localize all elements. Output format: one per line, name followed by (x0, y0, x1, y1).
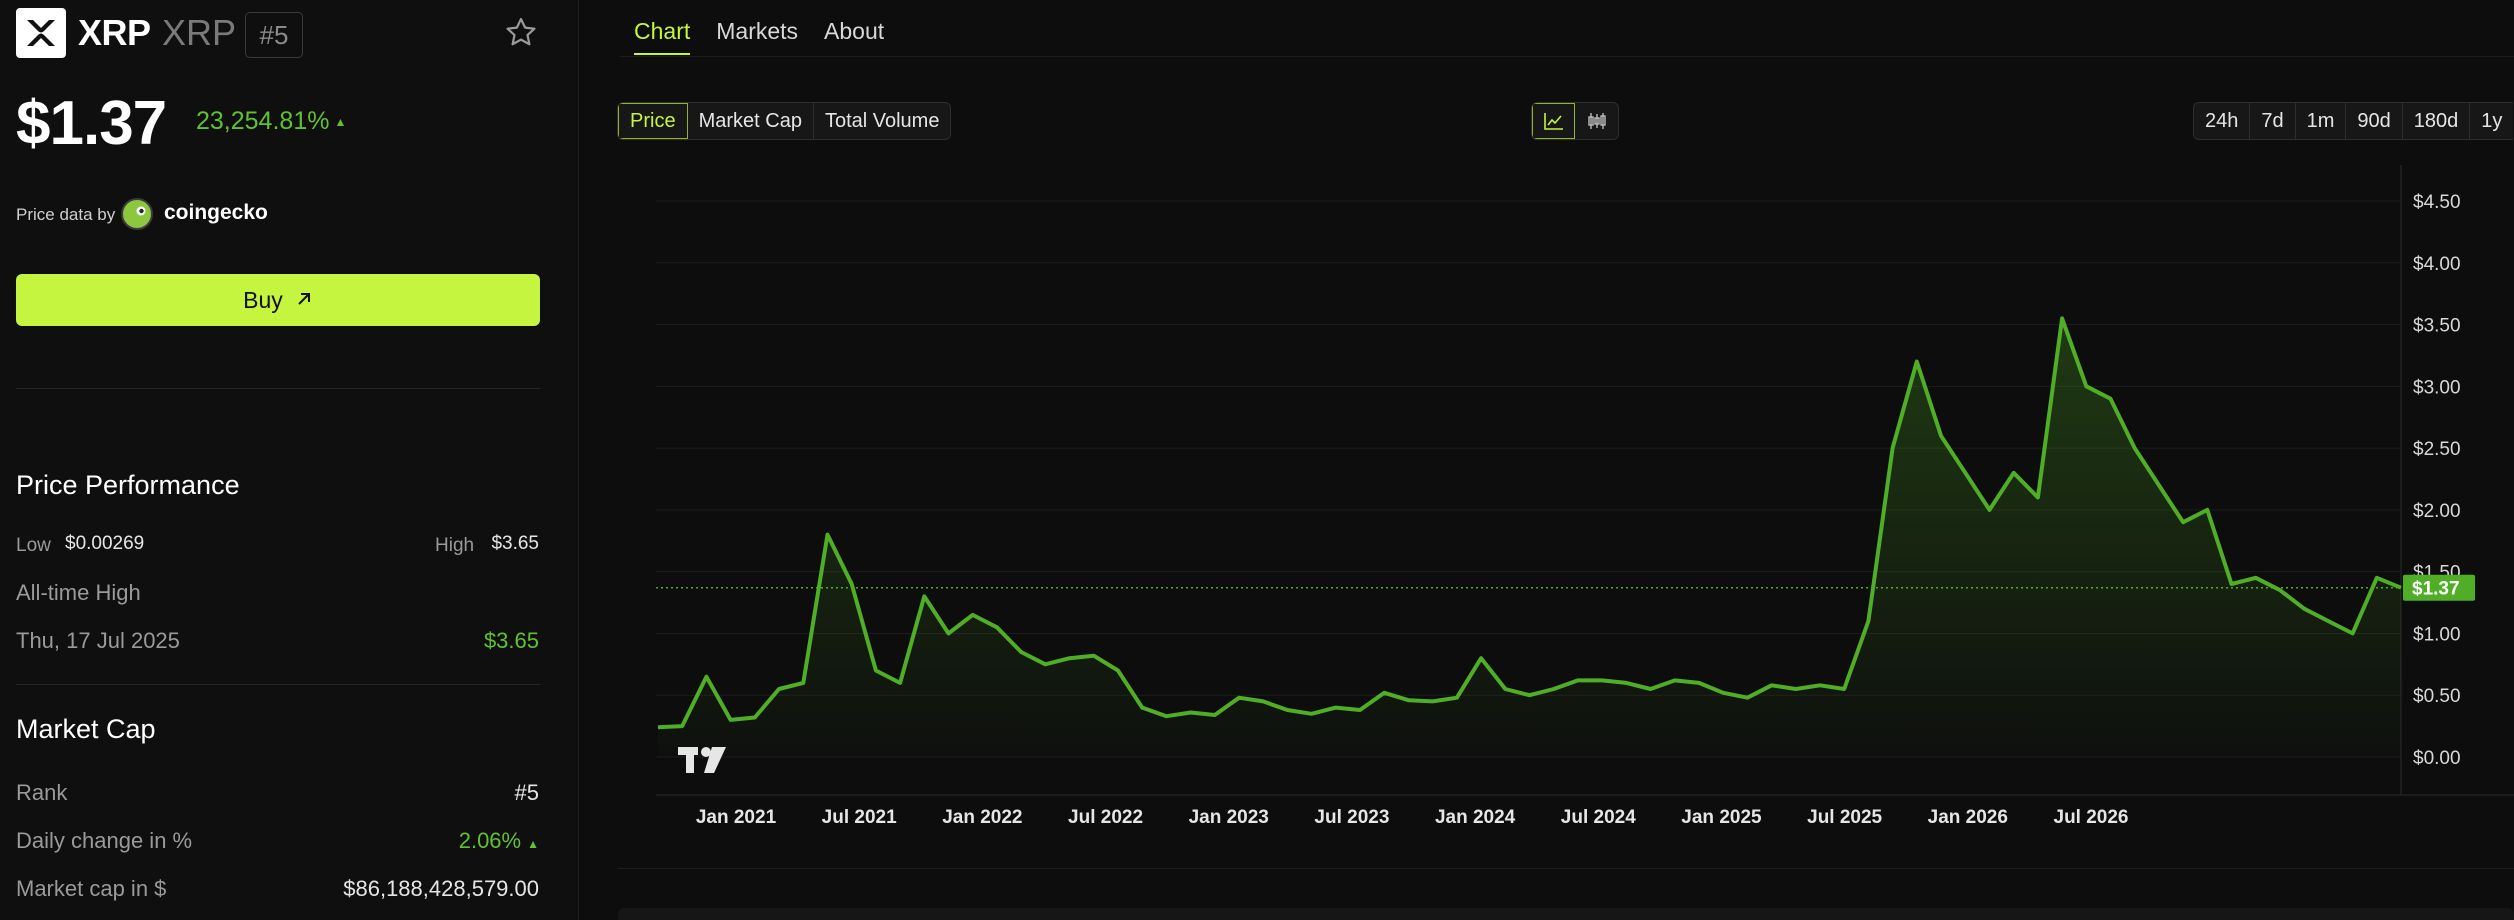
metric-market-cap-button[interactable]: Market Cap (688, 103, 814, 139)
low-value: $0.00269 (65, 533, 145, 554)
coin-symbol: XRP (162, 12, 237, 53)
ath-value: $3.65 (483, 628, 539, 653)
ath-label: All-time High (16, 580, 141, 605)
range-toggle: 24h 7d 1m 90d 180d 1y (2193, 102, 2514, 140)
tradingview-logo-icon (678, 747, 726, 773)
chart-type-toggle (1531, 102, 1619, 140)
tab-markets[interactable]: Markets (716, 18, 798, 55)
tab-bar: Chart Markets About (634, 18, 884, 55)
price-change-value: 23,254.81% (196, 107, 330, 135)
bottom-card (618, 908, 2514, 920)
price-chart[interactable]: $0.00 $0.50 $1.00 $1.50 $2.00 $2.50 $3.00 $3.50… (656, 165, 2514, 855)
price-change-percent: 23,254.81% ▲ (196, 107, 346, 136)
x-tick-label: Jul 2021 (822, 807, 897, 828)
y-tick-label: $4.50 (2413, 192, 2461, 213)
x-tick-label: Jul 2022 (1068, 807, 1143, 828)
coin-name: XRP (78, 12, 151, 53)
range-1m-button[interactable]: 1m (2296, 103, 2347, 139)
range-180d-button[interactable]: 180d (2403, 103, 2471, 139)
line-chart-icon[interactable] (1532, 103, 1576, 139)
market-cap-title: Market Cap (16, 714, 156, 744)
metric-total-volume-button[interactable]: Total Volume (814, 103, 951, 139)
xrp-logo-icon (16, 8, 66, 58)
divider (16, 388, 540, 389)
y-tick-label: $3.00 (2413, 377, 2461, 398)
high-label: High (435, 535, 475, 556)
range-24h-button[interactable]: 24h (2194, 103, 2251, 139)
metric-price-button[interactable]: Price (618, 103, 688, 139)
x-tick-label: Jan 2022 (942, 807, 1022, 828)
buy-button[interactable]: Buy (16, 274, 540, 326)
rank-label: Rank (16, 780, 68, 805)
range-90d-button[interactable]: 90d (2346, 103, 2403, 139)
price-performance-title: Price Performance (16, 470, 240, 500)
candlestick-chart-icon[interactable] (1575, 103, 1618, 139)
y-tick-label: $3.50 (2413, 316, 2461, 337)
x-tick-label: Jan 2026 (1928, 807, 2008, 828)
y-tick-label: $0.50 (2413, 686, 2461, 707)
tab-divider (620, 56, 2514, 57)
coingecko-link[interactable]: coingecko (164, 201, 268, 225)
current-price: $1.37 (16, 89, 167, 158)
x-tick-label: Jul 2024 (1561, 807, 1636, 828)
daily-change-label: Daily change in % (16, 828, 193, 853)
y-tick-label: $1.00 (2413, 624, 2461, 645)
coingecko-logo-icon (121, 198, 153, 230)
y-tick-label: $2.50 (2413, 439, 2461, 460)
x-tick-label: Jul 2026 (2054, 807, 2129, 828)
x-tick-label: Jan 2024 (1435, 807, 1516, 828)
price-chart-svg[interactable]: $0.00$0.50$1.00$1.50$2.00$2.50$3.00$3.50… (656, 165, 2514, 855)
x-tick-label: Jan 2021 (696, 807, 777, 828)
y-tick-label: $0.00 (2413, 748, 2461, 769)
bottom-divider (618, 868, 2514, 869)
arrow-up-right-icon (295, 287, 313, 314)
high-value: $3.65 (491, 533, 539, 554)
price-area-fill (658, 318, 2401, 757)
x-tick-label: Jan 2025 (1681, 807, 1762, 828)
market-cap-value: $86,188,428,579.00 (343, 876, 539, 901)
tab-chart[interactable]: Chart (634, 18, 691, 55)
market-cap-label: Market cap in $ (16, 876, 167, 901)
y-tick-label: $4.00 (2413, 254, 2461, 275)
buy-button-label: Buy (243, 286, 283, 313)
y-tick-label: $2.00 (2413, 501, 2461, 522)
metric-toggle: Price Market Cap Total Volume (617, 102, 952, 140)
range-1y-button[interactable]: 1y (2470, 103, 2513, 139)
rank-value: #5 (514, 780, 539, 805)
ath-date: Thu, 17 Jul 2025 (16, 628, 180, 653)
x-tick-label: Jul 2025 (1807, 807, 1882, 828)
range-7d-button[interactable]: 7d (2250, 103, 2296, 139)
low-label: Low (16, 535, 51, 556)
price-data-by-label: Price data by (16, 205, 116, 224)
star-icon[interactable] (502, 14, 540, 52)
up-triangle-icon: ▲ (527, 837, 539, 851)
divider (16, 684, 540, 685)
rank-badge: #5 (245, 12, 303, 58)
x-tick-label: Jan 2023 (1189, 807, 1269, 828)
daily-change-value: 2.06% ▲ (459, 828, 539, 854)
x-tick-label: Jul 2023 (1314, 807, 1389, 828)
up-triangle-icon: ▲ (334, 115, 347, 130)
coin-sidebar: XRP XRP #5 $1.37 23,254.81% ▲ Price data … (0, 0, 579, 920)
current-price-label: $1.37 (2412, 579, 2460, 600)
daily-change-number: 2.06% (458, 828, 522, 853)
tab-about[interactable]: About (824, 18, 884, 55)
